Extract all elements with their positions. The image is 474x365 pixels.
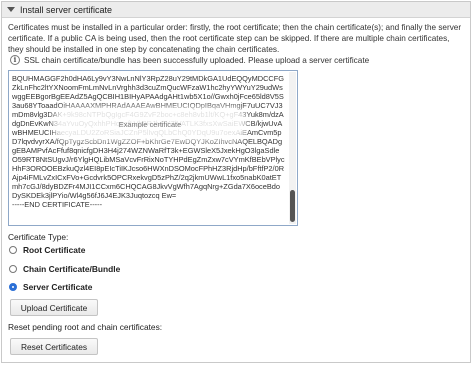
example-certificate-label: Example certificate [118,119,182,129]
certificate-type-label: Certificate Type: [8,232,69,242]
radio-label: Server Certificate [23,282,93,292]
redaction-overlay: Example certificate [60,113,240,135]
radio-button[interactable] [9,265,17,273]
radio-button-selected[interactable] [9,283,17,291]
panel-title: Install server certificate [20,4,113,15]
collapse-triangle-icon[interactable] [7,7,15,12]
instructions-text: Certificates must be installed in a part… [8,23,462,54]
upload-certificate-button[interactable]: Upload Certificate [10,299,98,316]
certificate-textarea[interactable]: BQUHMAGGF2h0dHA6Ly9vY3NwLnNlY3RpZ28uY29t… [8,70,298,226]
radio-label: Chain Certificate/Bundle [23,264,121,274]
scrollbar-thumb[interactable] [290,190,295,222]
notice-text: SSL chain certificate/bundle has been su… [24,55,370,65]
radio-root-certificate[interactable]: Root Certificate [9,245,85,255]
radio-label: Root Certificate [23,245,86,255]
textarea-scrollbar[interactable] [289,72,296,224]
radio-button[interactable] [9,246,17,254]
reset-certificates-button[interactable]: Reset Certificates [10,338,98,355]
radio-server-certificate[interactable]: Server Certificate [9,282,92,292]
reset-pending-label: Reset pending root and chain certificate… [8,322,163,332]
panel-header[interactable]: Install server certificate [2,2,470,18]
upload-notice: i SSL chain certificate/bundle has been … [10,55,369,65]
info-icon: i [10,55,20,65]
radio-chain-certificate[interactable]: Chain Certificate/Bundle [9,264,120,274]
